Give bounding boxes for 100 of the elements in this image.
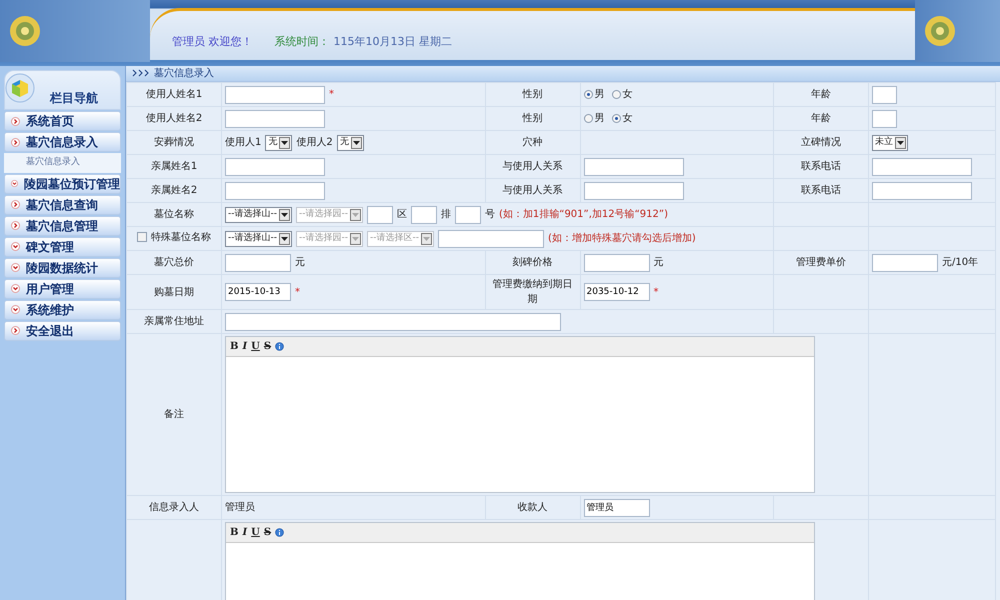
field-text: 排 xyxy=(441,208,451,222)
time-label: 系统时间： xyxy=(274,35,330,48)
dropdown[interactable]: 未立 xyxy=(872,134,908,150)
toolbar-button[interactable]: S xyxy=(264,525,272,540)
field-label: 联系电话 xyxy=(801,161,841,172)
chevron-right-icon xyxy=(11,200,20,209)
field-label: 亲属姓名1 xyxy=(150,161,198,172)
radio-label: 女 xyxy=(622,112,632,126)
text-input[interactable]: 管理员 xyxy=(584,498,650,516)
field-label: 墓穴总价 xyxy=(154,257,194,268)
hint-text: (如：增加特殊墓穴请勾选后增加) xyxy=(548,232,696,246)
text-input[interactable] xyxy=(225,86,325,104)
radio-label: 男 xyxy=(594,112,604,126)
text-input[interactable] xyxy=(225,254,291,272)
text-input[interactable]: 2035-10-12 xyxy=(584,283,650,301)
required-mark: * xyxy=(654,286,658,300)
toolbar-button[interactable]: U xyxy=(251,339,260,354)
field-label: 备注 xyxy=(164,409,184,420)
caret-icon xyxy=(897,140,904,144)
text-input[interactable] xyxy=(584,254,650,272)
toolbar-button[interactable]: B xyxy=(230,525,238,540)
menu-item[interactable]: 墓穴信息录入 xyxy=(4,132,121,152)
submenu-item[interactable]: 墓穴信息录入 xyxy=(4,153,121,172)
field-label: 使用人姓名1 xyxy=(146,89,202,100)
field-label: 立碑情况 xyxy=(801,137,841,148)
field-label: 亲属姓名2 xyxy=(150,185,198,196)
radio-button[interactable] xyxy=(612,114,620,123)
caret-icon xyxy=(352,236,359,240)
checkbox[interactable] xyxy=(137,232,147,242)
text-input[interactable] xyxy=(872,182,972,200)
chevron-right-icon xyxy=(11,326,20,335)
field-label: 联系电话 xyxy=(801,185,841,196)
text-input[interactable] xyxy=(872,86,897,104)
time-text: 115年10月13日 星期二 xyxy=(334,35,452,48)
info-icon[interactable] xyxy=(275,339,284,354)
radio-button[interactable] xyxy=(584,90,592,99)
text-input[interactable] xyxy=(411,206,437,224)
text-input[interactable] xyxy=(225,158,325,176)
menu-item[interactable]: 墓穴信息查询 xyxy=(4,194,121,214)
text-input[interactable] xyxy=(367,206,393,224)
text-input[interactable] xyxy=(455,206,481,224)
menu-item[interactable]: 陵园墓位预订管理 xyxy=(4,174,121,194)
toolbar-button[interactable]: I xyxy=(242,525,248,540)
required-mark: * xyxy=(295,286,300,300)
menu-item[interactable]: 系统维护 xyxy=(4,300,121,320)
text-input[interactable] xyxy=(872,158,972,176)
menu-item[interactable]: 系统首页 xyxy=(4,111,121,131)
chevron-down-icon xyxy=(11,242,20,251)
menu-item[interactable]: 用户管理 xyxy=(4,278,121,298)
field-text: 使用人1 xyxy=(225,136,262,150)
text-input[interactable] xyxy=(584,158,684,176)
toolbar-button[interactable]: S xyxy=(264,339,272,354)
text-input[interactable] xyxy=(584,182,684,200)
text-input[interactable] xyxy=(225,312,561,330)
field-label: 管理费缴纳到期日期 xyxy=(492,279,572,305)
chevron-down-icon xyxy=(11,305,20,314)
field-label: 购墓日期 xyxy=(154,286,194,298)
radio-label: 女 xyxy=(622,88,632,102)
field-label: 亲属常住地址 xyxy=(144,316,204,327)
dropdown[interactable]: 无 xyxy=(265,134,292,150)
field-label: 年龄 xyxy=(811,113,831,124)
text-input[interactable] xyxy=(872,254,938,272)
toolbar-button[interactable]: I xyxy=(242,339,248,354)
dropdown[interactable]: --请选择山-- xyxy=(225,206,292,222)
toolbar-button[interactable]: B xyxy=(230,339,238,354)
chevron-down-icon xyxy=(11,263,20,272)
chevron-right-icon xyxy=(11,116,20,126)
field-label: 特殊墓位名称 xyxy=(151,230,211,245)
toolbar-button[interactable]: U xyxy=(251,525,260,540)
caret-icon xyxy=(281,212,288,216)
caret-icon xyxy=(352,140,360,144)
chevron-down-icon xyxy=(11,179,18,188)
dropdown[interactable]: 无 xyxy=(336,134,364,150)
field-text: 元 xyxy=(295,256,305,270)
text-input[interactable] xyxy=(438,230,544,248)
field-label: 管理费单价 xyxy=(796,257,846,268)
caret-icon xyxy=(352,212,359,216)
menu-item[interactable]: 安全退出 xyxy=(4,320,121,340)
field-text: 元/10年 xyxy=(942,256,978,270)
field-label: 穴种 xyxy=(522,137,542,148)
field-label: 年龄 xyxy=(811,89,831,100)
field-text: 使用人2 xyxy=(296,136,333,150)
text-input[interactable] xyxy=(225,110,325,128)
menu-item[interactable]: 陵园数据统计 xyxy=(4,258,121,278)
sidebar-title: 栏目导航 xyxy=(50,90,98,107)
radio-button[interactable] xyxy=(584,114,592,123)
text-input[interactable] xyxy=(225,182,325,200)
menu-item[interactable]: 碑文管理 xyxy=(4,236,121,256)
radio-button[interactable] xyxy=(612,90,620,99)
chevron-right-icon xyxy=(11,138,20,146)
field-label: 刻碑价格 xyxy=(512,257,552,268)
info-icon[interactable] xyxy=(275,525,284,540)
chevron-down-icon xyxy=(11,284,20,293)
text-input[interactable] xyxy=(872,110,897,128)
dropdown[interactable]: --请选择山-- xyxy=(225,230,292,246)
radio-label: 男 xyxy=(594,88,604,102)
chevron-right-icon xyxy=(11,221,20,230)
menu-item[interactable]: 墓穴信息管理 xyxy=(4,216,121,236)
text-input[interactable]: 2015-10-13 xyxy=(225,283,291,301)
field-text: 管理员 xyxy=(225,501,255,515)
